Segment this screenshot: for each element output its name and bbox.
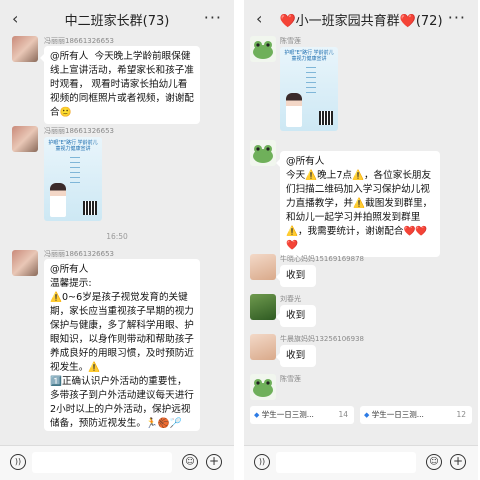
message-bubble[interactable]: @所有人 今天⚠️晚上7点⚠️，各位家长朋友们扫描二维码加入学习保护幼儿视力直播… xyxy=(276,151,440,257)
avatar[interactable] xyxy=(12,126,38,152)
poster-title: 护眼"E"路行 学龄前儿童视力健康宣讲 xyxy=(284,50,334,62)
sender-name: 冯丽丽18661326653 xyxy=(44,127,114,135)
avatar[interactable] xyxy=(250,294,276,320)
message-text: @所有人 今天晚上学龄前眼保健线上宣讲活动，希望家长和孩子准时观看， 观看时请家… xyxy=(50,51,194,118)
plus-icon[interactable]: + xyxy=(206,454,222,470)
avatar[interactable] xyxy=(12,36,38,62)
heart-emoji: ❤️ xyxy=(279,14,296,29)
quick-bar: ◆ 学生一日三测... 14 ◆ 学生一日三测... 12 xyxy=(244,404,478,426)
avatar[interactable] xyxy=(12,250,38,276)
chat-title: 中二班家长群(73) xyxy=(64,14,170,29)
divider xyxy=(234,0,244,480)
message-bubble[interactable]: @所有人 温馨提示: ⚠️0~6岁是孩子视觉发育的关键期，家长应当重视孩子早期的… xyxy=(44,259,200,431)
avatar[interactable] xyxy=(250,36,276,62)
poster-title: 护眼"E"路行 学龄前儿童视力健康宣讲 xyxy=(48,140,98,152)
avatar[interactable] xyxy=(250,374,276,400)
sender-name: 牛晓心妈妈15169169878 xyxy=(280,255,364,263)
poll-chip[interactable]: ◆ 学生一日三测... 12 xyxy=(360,406,472,424)
poll-icon: ◆ xyxy=(364,411,370,419)
chip-label: 学生一日三测... xyxy=(261,410,314,419)
more-icon[interactable]: ··· xyxy=(448,8,466,27)
message-text: 收到 xyxy=(286,270,306,281)
message-text: 收到 xyxy=(286,350,306,361)
sender-name: 陈雪莲 xyxy=(280,37,301,45)
chip-count: 14 xyxy=(338,410,348,419)
voice-icon[interactable]: )) xyxy=(10,454,26,470)
input-bar: )) ☺ + xyxy=(244,445,478,480)
message-text: @所有人 今天⚠️晚上7点⚠️，各位家长朋友们扫描二维码加入学习保护幼儿视力直播… xyxy=(286,156,433,251)
timestamp: 16:50 xyxy=(106,232,128,241)
back-icon[interactable]: ‹ xyxy=(12,9,18,28)
frog-icon xyxy=(253,41,273,59)
message-bubble[interactable]: 收到 xyxy=(276,305,316,327)
message-bubble[interactable]: @所有人 今天晚上学龄前眼保健线上宣讲活动，希望家长和孩子准时观看， 观看时请家… xyxy=(40,46,200,124)
chip-label: 学生一日三测... xyxy=(371,410,424,419)
doctor-figure xyxy=(286,93,302,127)
frog-icon xyxy=(253,379,273,397)
poster-text-lines xyxy=(306,67,316,97)
qr-code xyxy=(83,201,97,215)
poster-image[interactable]: 护眼"E"路行 学龄前儿童视力健康宣讲 xyxy=(44,137,102,221)
sender-name: 刘春光 xyxy=(280,295,301,303)
more-icon[interactable]: ··· xyxy=(204,8,222,27)
emoji-icon[interactable]: ☺ xyxy=(182,454,198,470)
avatar[interactable] xyxy=(250,254,276,280)
poster-text-lines xyxy=(70,157,80,187)
chat-header: ‹ ❤️小一班家园共育群❤️(72) ··· xyxy=(244,0,478,38)
message-bubble[interactable]: 收到 xyxy=(276,265,316,287)
plus-icon[interactable]: + xyxy=(450,454,466,470)
chat-header: ‹ 中二班家长群(73) ··· xyxy=(0,0,234,38)
right-chat-panel: ‹ ❤️小一班家园共育群❤️(72) ··· 陈雪莲 护眼"E"路行 学龄前儿童… xyxy=(244,0,478,480)
back-icon[interactable]: ‹ xyxy=(256,9,262,28)
emoji-icon[interactable]: ☺ xyxy=(426,454,442,470)
frog-icon xyxy=(253,145,273,163)
sender-name: 冯丽丽18661326653 xyxy=(44,250,114,258)
voice-icon[interactable]: )) xyxy=(254,454,270,470)
poster-image[interactable]: 护眼"E"路行 学龄前儿童视力健康宣讲 xyxy=(280,47,338,131)
message-text: @所有人 温馨提示: ⚠️0~6岁是孩子视觉发育的关键期，家长应当重视孩子早期的… xyxy=(50,264,194,429)
input-bar: )) ☺ + xyxy=(0,445,234,480)
poll-chip[interactable]: ◆ 学生一日三测... 14 xyxy=(250,406,354,424)
sender-name: 陈雪莲 xyxy=(280,375,301,383)
chat-title-text: 小一班家园共育群 xyxy=(295,14,400,29)
left-chat-panel: ‹ 中二班家长群(73) ··· 冯丽丽18661326653 @所有人 今天晚… xyxy=(0,0,234,480)
chip-count: 12 xyxy=(456,410,466,419)
message-text: 收到 xyxy=(286,310,306,321)
doctor-figure xyxy=(50,183,66,217)
avatar[interactable] xyxy=(250,140,276,166)
message-bubble[interactable]: 收到 xyxy=(276,345,316,367)
sender-name: 冯丽丽18661326653 xyxy=(44,37,114,45)
qr-code xyxy=(319,111,333,125)
chat-title: ❤️小一班家园共育群❤️(72) xyxy=(272,10,450,29)
sender-name: 牛晨旗妈妈13256106938 xyxy=(280,335,364,343)
chat-title-suffix: ❤️(72) xyxy=(399,14,443,29)
avatar[interactable] xyxy=(250,334,276,360)
message-input[interactable] xyxy=(32,452,172,473)
message-input[interactable] xyxy=(276,452,416,473)
poll-icon: ◆ xyxy=(254,411,260,419)
